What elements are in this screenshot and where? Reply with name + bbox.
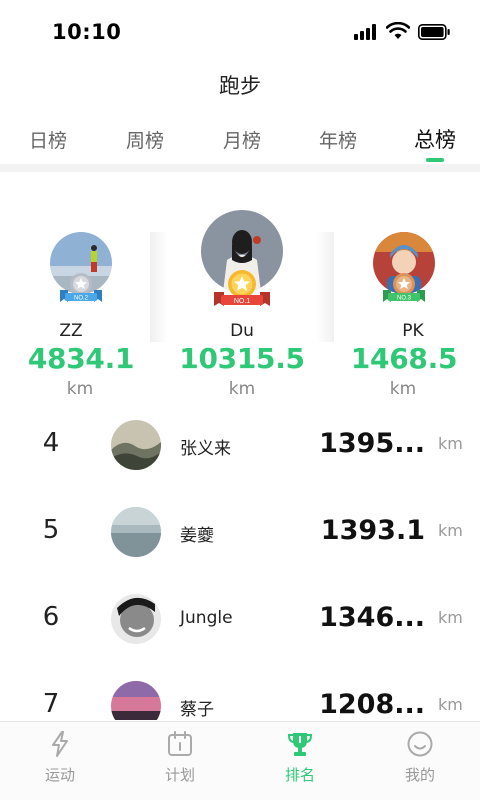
podium-third-unit: km [389, 379, 417, 399]
nav-item-ranking[interactable]: 排名 [240, 722, 360, 800]
ranking-list: 4 张义来 1395... km 5 姜夔 1393.1 km 6 Jungle… [0, 400, 480, 720]
gold-medal-label: NO.1 [234, 298, 250, 305]
user-distance: 1346... [319, 602, 425, 633]
podium-separator [150, 232, 168, 342]
avatar[interactable] [111, 594, 161, 644]
rank-number: 5 [42, 515, 60, 545]
distance-unit: km [438, 434, 463, 453]
nav-item-plan[interactable]: 计划 [120, 722, 240, 800]
podium-first-distance: 10315.5 [179, 342, 305, 375]
trophy-icon [287, 733, 313, 756]
podium-first-name: Du [230, 321, 254, 341]
silver-medal-label: NO.2 [74, 296, 89, 302]
tab-overall[interactable]: 总榜 [395, 124, 475, 154]
avatar[interactable] [111, 507, 161, 557]
rank-number: 4 [42, 428, 60, 458]
calendar-icon [168, 731, 192, 756]
distance-unit: km [438, 695, 463, 714]
list-item[interactable]: 6 Jungle 1346... km [0, 574, 480, 661]
user-distance: 1208... [319, 689, 425, 720]
podium-second-name: ZZ [59, 321, 83, 341]
list-item[interactable]: 5 姜夔 1393.1 km [0, 487, 480, 574]
nav-label: 运动 [44, 766, 75, 784]
tab-weekly[interactable]: 周榜 [105, 126, 185, 153]
user-name: 蔡子 [180, 700, 214, 720]
status-bar: 10:10 [0, 0, 480, 62]
user-name: 姜夔 [180, 526, 214, 546]
ranking-screen: 10:10 跑步 日榜 周榜 月榜 年榜 总榜 NO.2 ZZ 4834.1 k… [0, 0, 480, 800]
podium-second-unit: km [66, 379, 94, 399]
distance-unit: km [438, 521, 463, 540]
nav-item-sport[interactable]: 运动 [0, 722, 120, 800]
tab-daily[interactable]: 日榜 [8, 126, 88, 153]
rank-number: 6 [42, 602, 60, 632]
list-item[interactable]: 4 张义来 1395... km [0, 400, 480, 487]
distance-unit: km [438, 608, 463, 627]
avatar[interactable] [111, 681, 161, 720]
silver-medal-icon: NO.2 [60, 273, 102, 302]
active-tab-indicator [426, 158, 444, 162]
podium: NO.2 ZZ 4834.1 km NO.1 Du 10315.5 km NO.… [0, 172, 480, 407]
smiley-icon [407, 731, 433, 757]
tab-yearly[interactable]: 年榜 [298, 126, 378, 153]
nav-label: 计划 [164, 766, 195, 784]
page-title: 跑步 [219, 74, 261, 98]
bottom-nav: 运动 计划 排名 我的 [0, 721, 480, 800]
nav-label: 我的 [404, 766, 435, 784]
podium-separator [316, 232, 334, 342]
podium-first-unit: km [228, 379, 256, 399]
status-time: 10:10 [52, 20, 122, 44]
list-item[interactable]: 7 蔡子 1208... km [0, 661, 480, 720]
bronze-medal-icon: NO.3 [383, 273, 425, 302]
cellular-signal-icon [354, 24, 378, 40]
gold-medal-icon: NO.1 [214, 270, 270, 306]
podium-second-distance: 4834.1 [27, 342, 135, 375]
podium-third-distance: 1468.5 [350, 342, 458, 375]
avatar[interactable] [111, 420, 161, 470]
tab-monthly[interactable]: 月榜 [202, 126, 282, 153]
lightning-icon [52, 731, 68, 757]
ranking-tabs: 日榜 周榜 月榜 年榜 总榜 [0, 122, 480, 166]
wifi-icon [386, 22, 410, 39]
user-name: 张义来 [180, 439, 231, 459]
nav-label: 排名 [284, 766, 315, 784]
user-name: Jungle [180, 608, 233, 628]
user-distance: 1395... [319, 428, 425, 459]
bronze-medal-label: NO.3 [397, 296, 412, 302]
user-distance: 1393.1 [320, 515, 425, 546]
battery-icon [418, 24, 450, 40]
podium-third-name: PK [402, 321, 424, 341]
rank-number: 7 [42, 689, 60, 719]
nav-item-me[interactable]: 我的 [360, 722, 480, 800]
section-divider [0, 164, 480, 172]
